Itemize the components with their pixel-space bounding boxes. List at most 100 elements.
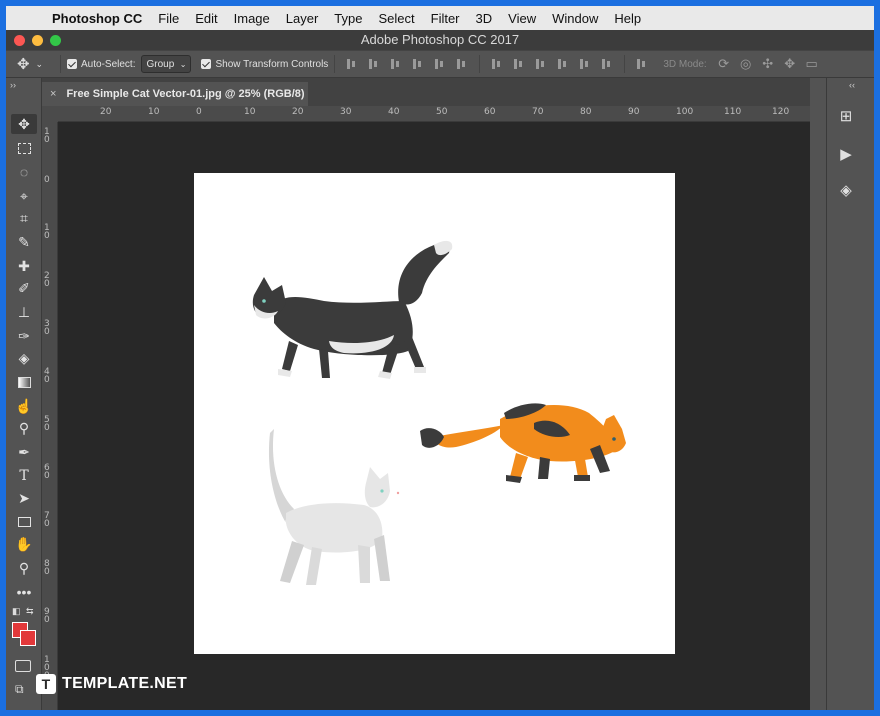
eraser-tool[interactable]: ◈ xyxy=(11,348,37,368)
close-tab-icon[interactable]: × xyxy=(50,88,56,100)
pen-tool[interactable]: ✒ xyxy=(11,442,37,462)
more-tools-button[interactable]: ••• xyxy=(11,582,37,602)
move-icon: ✥ xyxy=(18,115,30,132)
align-top-icon[interactable] xyxy=(345,57,359,71)
transform-controls-checkbox[interactable] xyxy=(201,59,212,69)
horizontal-ruler[interactable]: 20 10 0 10 20 30 40 50 60 70 80 90 100 110 120 xyxy=(58,106,810,122)
menu-edit[interactable]: Edit xyxy=(187,11,225,26)
distribute-right-icon[interactable] xyxy=(600,57,614,71)
layers-icon: ◈ xyxy=(840,182,852,199)
close-window-icon[interactable] xyxy=(14,35,25,46)
orbit-3d-icon[interactable]: ⟳ xyxy=(715,56,733,72)
menu-type[interactable]: Type xyxy=(326,11,370,26)
distribute-hcenter-icon[interactable] xyxy=(578,57,592,71)
ruler-tick-label: 60 xyxy=(44,463,50,481)
default-colors-icon[interactable]: ◧ xyxy=(12,606,21,617)
align-right-icon[interactable] xyxy=(455,57,469,71)
document-tab[interactable]: × Free Simple Cat Vector-01.jpg @ 25% (R… xyxy=(42,82,308,106)
ruler-tick-label: 100 xyxy=(676,107,694,117)
align-vcenter-icon[interactable] xyxy=(367,57,381,71)
ruler-tick-label: 110 xyxy=(724,107,742,117)
distribute-top-icon[interactable] xyxy=(490,57,504,71)
ruler-tick-label: 90 xyxy=(44,607,50,625)
menu-help[interactable]: Help xyxy=(606,11,649,26)
type-tool[interactable]: T xyxy=(11,466,37,486)
smudge-tool[interactable]: ☝ xyxy=(11,396,37,416)
play-icon: ▶ xyxy=(840,146,852,163)
roll-3d-icon[interactable]: ◎ xyxy=(737,56,755,72)
template-net-watermark: T TEMPLATE.NET xyxy=(36,674,187,694)
menu-window[interactable]: Window xyxy=(544,11,606,26)
stamp-tool[interactable]: ⊥ xyxy=(11,302,37,322)
lasso-tool[interactable]: ◌ xyxy=(11,162,37,182)
title-bar: Adobe Photoshop CC 2017 xyxy=(6,30,874,50)
hand-tool[interactable]: ✋ xyxy=(11,534,37,554)
marquee-tool[interactable] xyxy=(11,138,37,158)
auto-align-icon[interactable] xyxy=(635,57,649,71)
layers-panel-button[interactable]: ◈ xyxy=(833,178,859,202)
quick-mask-icon[interactable] xyxy=(15,660,31,672)
toolbox: ›› ✥ ◌ ⌖ ⌗ ✎ ✚ ✐ ⊥ ✑ ◈ ☝ ⚲ ✒ T ➤ ✋ ⚲ •••… xyxy=(6,78,42,710)
ruler-origin[interactable] xyxy=(42,106,58,122)
align-left-icon[interactable] xyxy=(411,57,425,71)
move-tool[interactable]: ✥ xyxy=(11,114,37,134)
path-select-tool[interactable]: ➤ xyxy=(11,488,37,508)
eraser-icon: ◈ xyxy=(18,349,30,366)
menu-filter[interactable]: Filter xyxy=(423,11,468,26)
shape-tool[interactable] xyxy=(11,512,37,532)
template-logo-icon: T xyxy=(36,674,56,694)
collapse-panels-icon[interactable]: ‹‹ xyxy=(849,80,855,90)
background-color-swatch[interactable] xyxy=(20,630,36,646)
document-tabs: × Free Simple Cat Vector-01.jpg @ 25% (R… xyxy=(42,78,824,106)
history-brush-tool[interactable]: ✑ xyxy=(11,326,37,346)
healing-tool[interactable]: ✚ xyxy=(11,256,37,276)
ruler-tick-label: 0 xyxy=(44,175,50,185)
separator xyxy=(624,55,626,73)
menu-select[interactable]: Select xyxy=(370,11,422,26)
actions-panel-button[interactable]: ▶ xyxy=(833,142,859,166)
canvas-area[interactable] xyxy=(58,122,810,710)
auto-select-checkbox[interactable] xyxy=(67,59,77,69)
quick-select-icon: ⌖ xyxy=(20,187,28,204)
align-hcenter-icon[interactable] xyxy=(433,57,447,71)
distribute-left-icon[interactable] xyxy=(556,57,570,71)
align-bottom-icon[interactable] xyxy=(389,57,403,71)
distribute-bottom-icon[interactable] xyxy=(534,57,548,71)
ruler-tick-label: 20 xyxy=(100,107,112,117)
document-canvas[interactable] xyxy=(194,173,675,654)
ruler-tick-label: 70 xyxy=(532,107,544,117)
menu-layer[interactable]: Layer xyxy=(278,11,327,26)
menu-image[interactable]: Image xyxy=(226,11,278,26)
eyedropper-tool[interactable]: ✎ xyxy=(11,232,37,252)
tool-preset-picker[interactable]: ✥ ⌄ xyxy=(6,55,54,73)
vertical-ruler[interactable]: 100102030405060708090100 xyxy=(42,122,58,710)
crop-tool[interactable]: ⌗ xyxy=(11,208,37,228)
libraries-panel-button[interactable]: ⊞ xyxy=(833,104,859,128)
menu-view[interactable]: View xyxy=(500,11,544,26)
screen-mode-icon[interactable]: ⧉ xyxy=(15,682,24,697)
zoom-window-icon[interactable] xyxy=(50,35,61,46)
gradient-tool[interactable] xyxy=(11,372,37,392)
swap-colors-icon[interactable]: ⇆ xyxy=(26,606,34,617)
quick-select-tool[interactable]: ⌖ xyxy=(11,186,37,206)
menu-app-name[interactable]: Photoshop CC xyxy=(46,11,150,26)
dodge-tool[interactable]: ⚲ xyxy=(11,418,37,438)
history-brush-icon: ✑ xyxy=(18,327,30,344)
crop-icon: ⌗ xyxy=(20,209,28,226)
ruler-tick-label: 90 xyxy=(628,107,640,117)
chevron-down-icon: ⌄ xyxy=(35,58,44,69)
menu-3d[interactable]: 3D xyxy=(468,11,501,26)
scale-3d-icon[interactable]: ▭ xyxy=(803,56,821,72)
distribute-vcenter-icon[interactable] xyxy=(512,57,526,71)
3d-mode-label: 3D Mode: xyxy=(663,58,707,70)
collapse-toolbox-icon[interactable]: ›› xyxy=(10,80,16,90)
pan-3d-icon[interactable]: ✣ xyxy=(759,56,777,72)
brush-tool[interactable]: ✐ xyxy=(11,278,37,298)
minimize-window-icon[interactable] xyxy=(32,35,43,46)
slide-3d-icon[interactable]: ✥ xyxy=(781,56,799,72)
zoom-tool[interactable]: ⚲ xyxy=(11,558,37,578)
menu-file[interactable]: File xyxy=(150,11,187,26)
auto-select-dropdown[interactable]: Group ⌄ xyxy=(141,55,192,73)
auto-select-value: Group xyxy=(146,58,175,70)
auto-select-label: Auto-Select: xyxy=(81,58,136,70)
